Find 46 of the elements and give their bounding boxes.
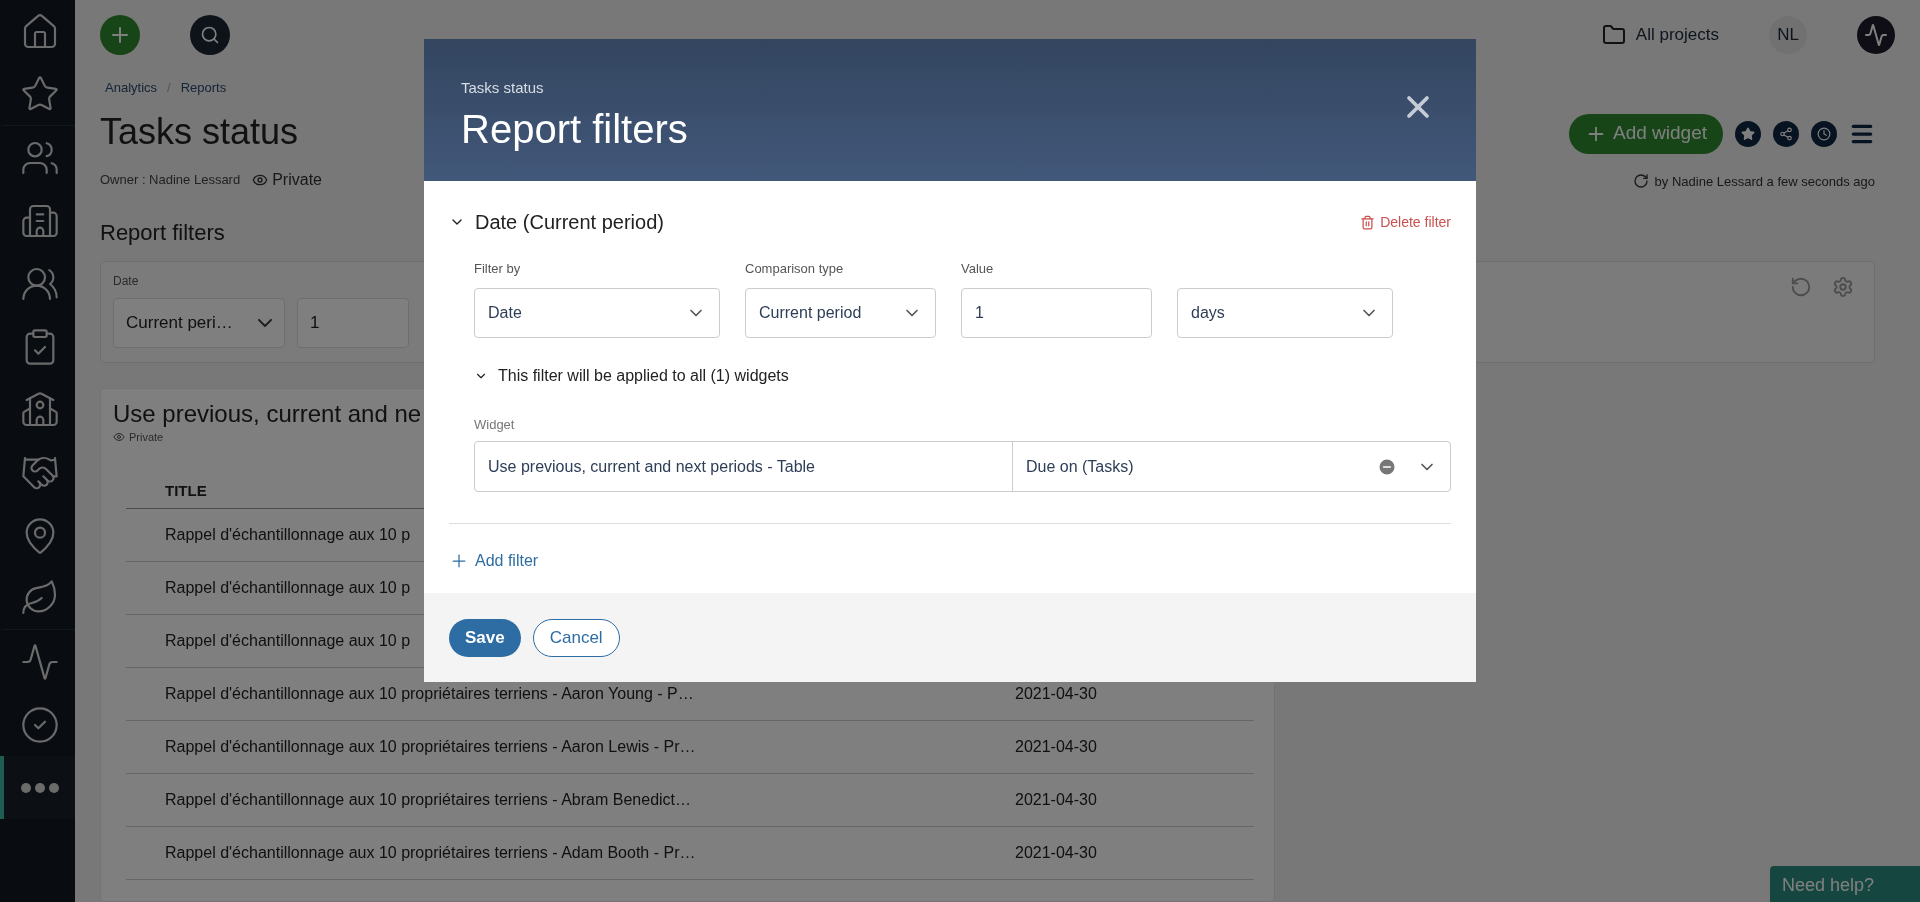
- table-cell-text: Rappel d'échantillonnage aux 10 p: [165, 525, 411, 545]
- visibility-text: Private: [272, 169, 322, 190]
- projects-link[interactable]: All projects: [1635, 22, 1719, 48]
- breadcrumb-separator: /: [167, 79, 171, 97]
- widget-title: Use previous, current and ne: [113, 398, 422, 429]
- field-label: Comparison type: [745, 260, 845, 278]
- modal-title: Report filters: [461, 105, 688, 153]
- value-input[interactable]: 1: [297, 297, 409, 348]
- period-select[interactable]: Current peri…: [113, 297, 285, 348]
- filter-label: Date: [113, 272, 139, 290]
- owner-text: Owner : Nadine Lessard: [100, 170, 241, 189]
- updated-text: by Nadine Lessard a few seconds ago: [1654, 172, 1875, 191]
- field-label: Filter by: [474, 260, 522, 278]
- cancel-button[interactable]: Cancel: [532, 618, 620, 657]
- widget-name: Use previous, current and next periods - Table: [475, 442, 1013, 491]
- table-cell-text: Rappel d'échantillonnage aux 10 propriétaires terriens - Adam Booth - Pr…: [165, 843, 696, 863]
- value-field[interactable]: 1: [961, 287, 1152, 338]
- modal-subtitle: Tasks status: [461, 78, 544, 98]
- table-cell-text: 2021-04-30: [1015, 737, 1097, 757]
- visibility-text: Private: [129, 429, 164, 445]
- field-label: Value: [961, 260, 995, 278]
- field-select[interactable]: Due on (Tasks): [1013, 442, 1450, 491]
- filter-toggle[interactable]: Date (Current period): [449, 207, 664, 237]
- table-cell-text: Rappel d'échantillonnage aux 10 propriétaires terriens - Abram Benedict…: [165, 790, 692, 810]
- delete-filter-button[interactable]: Delete filter: [1360, 211, 1451, 233]
- add-widget-button[interactable]: Add widget: [1569, 113, 1723, 154]
- applies-toggle[interactable]: This filter will be applied to all (1) widgets: [474, 363, 789, 388]
- table-cell-text: Rappel d'échantillonnage aux 10 p: [165, 631, 411, 651]
- column-header: TITLE: [165, 481, 207, 502]
- table-cell-text: 2021-04-30: [1015, 790, 1097, 810]
- select-field[interactable]: days: [1177, 287, 1393, 338]
- page-title: Tasks status: [100, 109, 299, 154]
- table-cell-text: Rappel d'échantillonnage aux 10 propriétaires terriens - Aaron Young - P…: [165, 684, 694, 704]
- user-avatar[interactable]: NL: [1769, 16, 1807, 54]
- breadcrumb-link[interactable]: Reports: [180, 78, 227, 98]
- table-cell-text: 2021-04-30: [1015, 843, 1097, 863]
- select-field[interactable]: Date: [474, 287, 720, 338]
- select-field[interactable]: Current period: [745, 287, 936, 338]
- section-heading: Report filters: [100, 218, 225, 247]
- add-filter-button[interactable]: Add filter: [449, 549, 539, 573]
- save-button[interactable]: Save: [449, 618, 521, 657]
- table-cell-text: Rappel d'échantillonnage aux 10 propriétaires terriens - Aaron Lewis - Pr…: [165, 737, 696, 757]
- table-cell-text: 2021-04-30: [1015, 684, 1097, 704]
- field-label: Widget: [474, 415, 516, 434]
- table-cell-text: Rappel d'échantillonnage aux 10 p: [165, 578, 411, 598]
- breadcrumb-link[interactable]: Analytics: [105, 78, 158, 98]
